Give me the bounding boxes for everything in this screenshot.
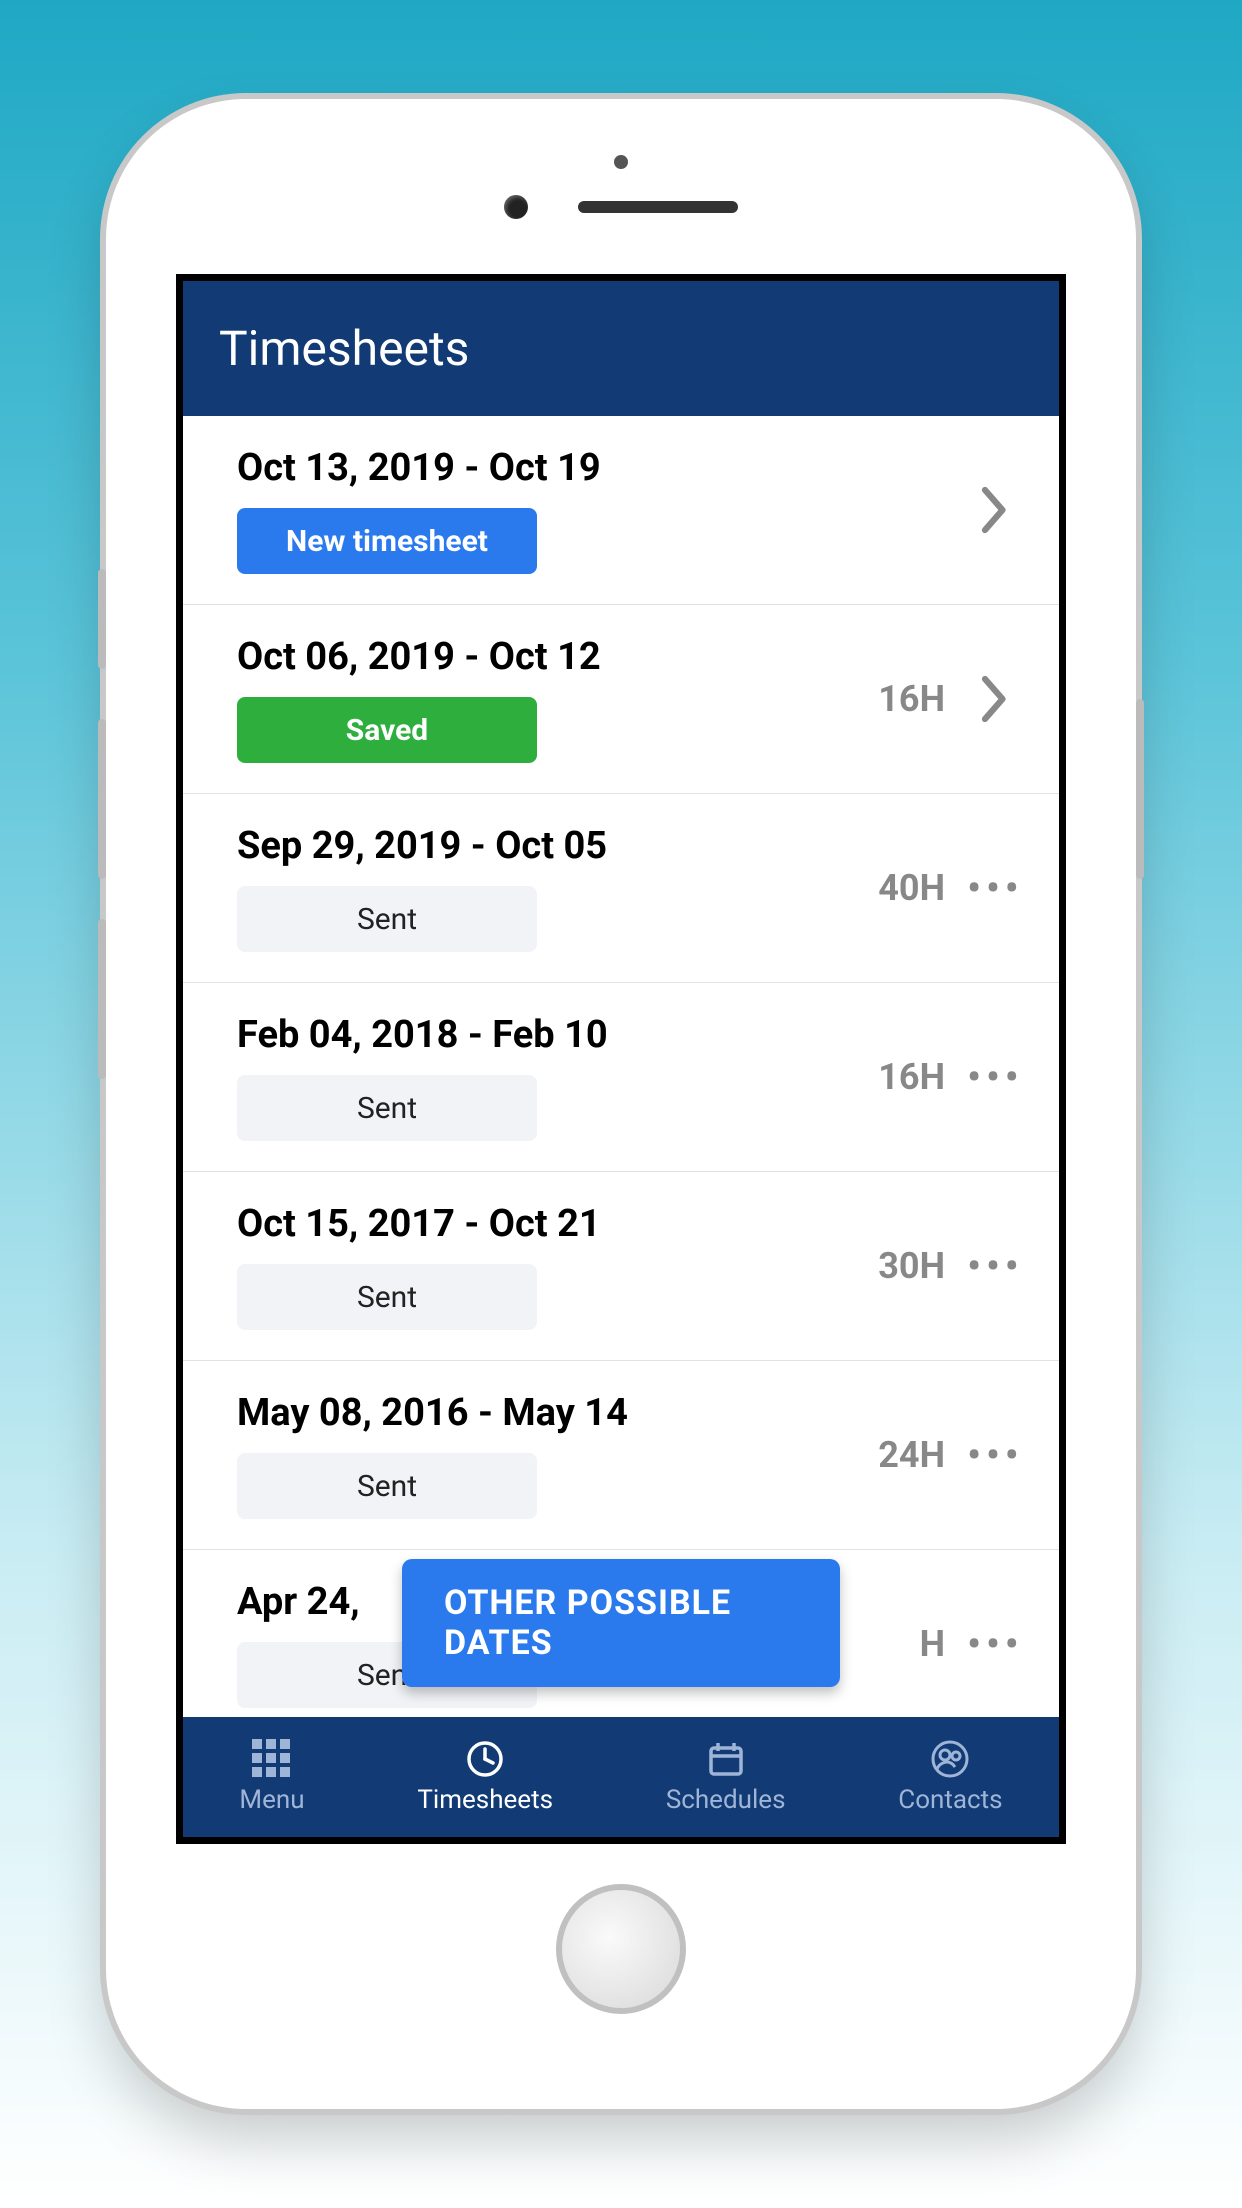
phone-side-button [98,569,106,669]
tab-menu[interactable]: Menu [239,1739,304,1815]
hours-value: 16H [855,678,945,720]
phone-side-button [1136,699,1144,879]
more-options-icon[interactable]: ••• [965,1244,1025,1288]
phone-top-hardware [106,99,1136,274]
calendar-icon [706,1739,746,1779]
clock-icon [465,1739,505,1779]
more-options-icon[interactable]: ••• [965,1622,1025,1666]
timesheet-row[interactable]: Sep 29, 2019 - Oct 05 Sent 40H ••• [183,794,1059,983]
other-possible-dates-label: OTHER POSSIBLE DATES [444,1583,731,1663]
chevron-right-icon[interactable] [965,485,1025,535]
date-range: Feb 04, 2018 - Feb 10 [237,1013,835,1057]
chevron-right-icon[interactable] [965,674,1025,724]
more-options-icon[interactable]: ••• [965,866,1025,910]
row-main: Oct 06, 2019 - Oct 12 Saved [237,635,835,763]
row-main: Sep 29, 2019 - Oct 05 Sent [237,824,835,952]
status-badge-new[interactable]: New timesheet [237,508,537,574]
app-header: Timesheets [183,281,1059,416]
status-badge-sent: Sent [237,1075,537,1141]
status-badge-saved: Saved [237,697,537,763]
contacts-icon [930,1739,970,1779]
tab-label: Contacts [898,1785,1002,1815]
timesheet-row[interactable]: May 08, 2016 - May 14 Sent 24H ••• [183,1361,1059,1550]
tab-contacts[interactable]: Contacts [898,1739,1002,1815]
date-range: Oct 13, 2019 - Oct 19 [237,446,835,490]
tab-label: Schedules [666,1785,786,1815]
row-main: Oct 15, 2017 - Oct 21 Sent [237,1202,835,1330]
sensor-dot [614,155,628,169]
date-range: Sep 29, 2019 - Oct 05 [237,824,835,868]
timesheet-row[interactable]: Feb 04, 2018 - Feb 10 Sent 16H ••• [183,983,1059,1172]
earpiece [578,201,738,213]
date-range: May 08, 2016 - May 14 [237,1391,835,1435]
phone-side-button [98,919,106,1079]
phone-frame: Timesheets Oct 13, 2019 - Oct 19 New time… [106,99,1136,2109]
tab-bar: Menu Timesheets Schedules Contacts [183,1717,1059,1837]
app-screen: Timesheets Oct 13, 2019 - Oct 19 New time… [176,274,1066,1844]
hours-value: 24H [855,1434,945,1476]
date-range: Oct 15, 2017 - Oct 21 [237,1202,835,1246]
page-title: Timesheets [219,320,469,377]
row-main: Oct 13, 2019 - Oct 19 New timesheet [237,446,835,574]
front-camera [504,195,528,219]
tab-schedules[interactable]: Schedules [666,1739,786,1815]
status-badge-sent: Sent [237,1264,537,1330]
home-button[interactable] [556,1884,686,2014]
grid-icon [252,1739,292,1779]
hours-value: 16H [855,1056,945,1098]
row-main: May 08, 2016 - May 14 Sent [237,1391,835,1519]
status-badge-sent: Sent [237,886,537,952]
timesheet-row[interactable]: Oct 13, 2019 - Oct 19 New timesheet [183,416,1059,605]
timesheet-list[interactable]: Oct 13, 2019 - Oct 19 New timesheet Oct 06… [183,416,1059,1717]
timesheet-row[interactable]: Oct 15, 2017 - Oct 21 Sent 30H ••• [183,1172,1059,1361]
row-main: Feb 04, 2018 - Feb 10 Sent [237,1013,835,1141]
hours-value: 30H [855,1245,945,1287]
tab-label: Menu [239,1785,304,1815]
tab-timesheets[interactable]: Timesheets [417,1739,553,1815]
hours-value: H [855,1623,945,1665]
phone-side-button [98,719,106,879]
more-options-icon[interactable]: ••• [965,1433,1025,1477]
timesheet-row[interactable]: Oct 06, 2019 - Oct 12 Saved 16H [183,605,1059,794]
more-options-icon[interactable]: ••• [965,1055,1025,1099]
other-possible-dates-button[interactable]: OTHER POSSIBLE DATES [402,1559,840,1687]
status-badge-sent: Sent [237,1453,537,1519]
date-range: Oct 06, 2019 - Oct 12 [237,635,835,679]
hours-value: 40H [855,867,945,909]
tab-label: Timesheets [417,1785,553,1815]
